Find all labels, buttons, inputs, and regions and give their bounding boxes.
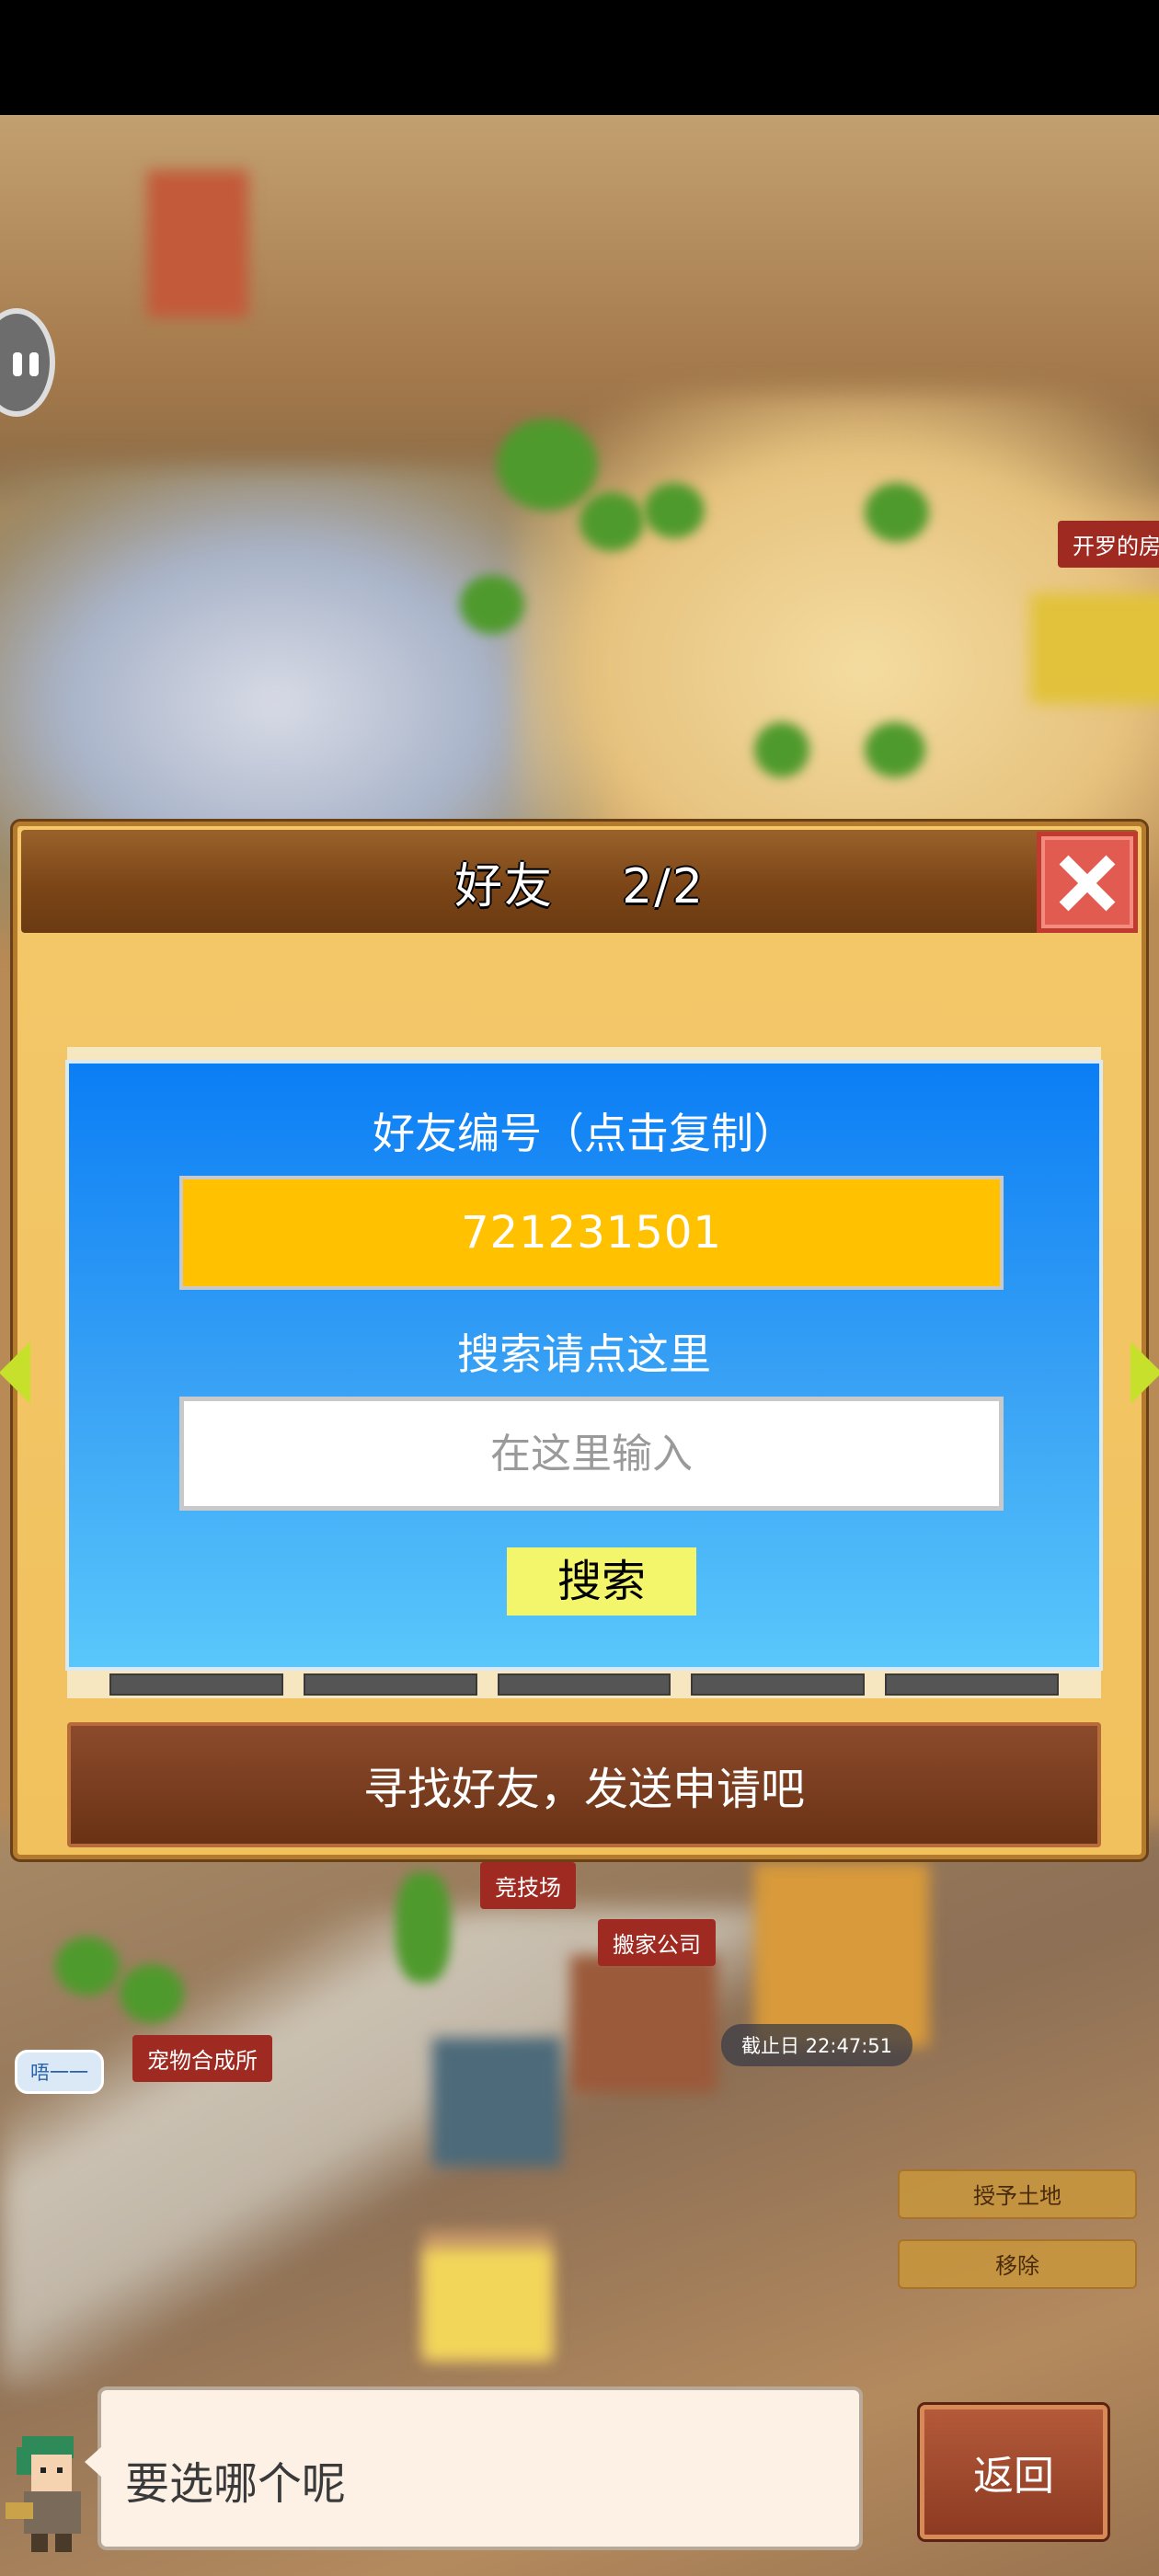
dialogue-box: 要选哪个呢 [85, 2386, 863, 2550]
friend-code-label: 好友编号（点击复制） [373, 1109, 796, 1158]
deadline-timer: 截止日 22:47:51 [721, 2024, 912, 2066]
status-bar [0, 0, 1159, 115]
tab-slot[interactable] [303, 1673, 477, 1696]
map-label-arena[interactable]: 竞技场 [480, 1862, 576, 1909]
friend-search-panel: 好友编号（点击复制） 721231501 搜索请点这里 搜索 [65, 1060, 1103, 1671]
friend-dialog: 好友 2/2 好友编号（点击复制） 721231501 搜索请点这里 搜索 寻找… [0, 822, 1159, 1859]
next-page-arrow-icon[interactable] [1130, 1341, 1159, 1404]
friend-search-input[interactable] [179, 1397, 1004, 1511]
tab-strip-top [67, 1047, 1101, 1060]
tab-slot[interactable] [109, 1673, 283, 1696]
find-friends-banner: 寻找好友，发送申请吧 [67, 1722, 1101, 1847]
tab-slot[interactable] [497, 1673, 671, 1696]
search-label: 搜索请点这里 [457, 1329, 711, 1379]
remove-button[interactable]: 移除 [898, 2239, 1137, 2289]
search-button[interactable]: 搜索 [507, 1547, 696, 1616]
friend-code-copy[interactable]: 721231501 [179, 1176, 1004, 1290]
map-label-cairo-house[interactable]: 开罗的房 [1058, 521, 1159, 568]
back-button[interactable]: 返回 [920, 2405, 1107, 2539]
tab-strip-bottom [67, 1671, 1101, 1698]
character-portrait [6, 2436, 81, 2552]
map-label-moving-company[interactable]: 搬家公司 [598, 1919, 716, 1966]
map-label-pet-shop[interactable]: 宠物合成所 [132, 2035, 272, 2082]
chat-bubble[interactable]: 唔一一 [15, 2050, 104, 2094]
close-button[interactable] [1037, 832, 1138, 933]
tab-slot[interactable] [885, 1673, 1059, 1696]
grant-land-button[interactable]: 授予土地 [898, 2169, 1137, 2219]
dialogue-message: 要选哪个呢 [125, 2458, 347, 2510]
tab-slot[interactable] [691, 1673, 866, 1696]
dialog-header: 好友 2/2 [21, 830, 1138, 933]
prev-page-arrow-icon[interactable] [0, 1341, 30, 1404]
dialog-title: 好友 2/2 [454, 858, 705, 914]
